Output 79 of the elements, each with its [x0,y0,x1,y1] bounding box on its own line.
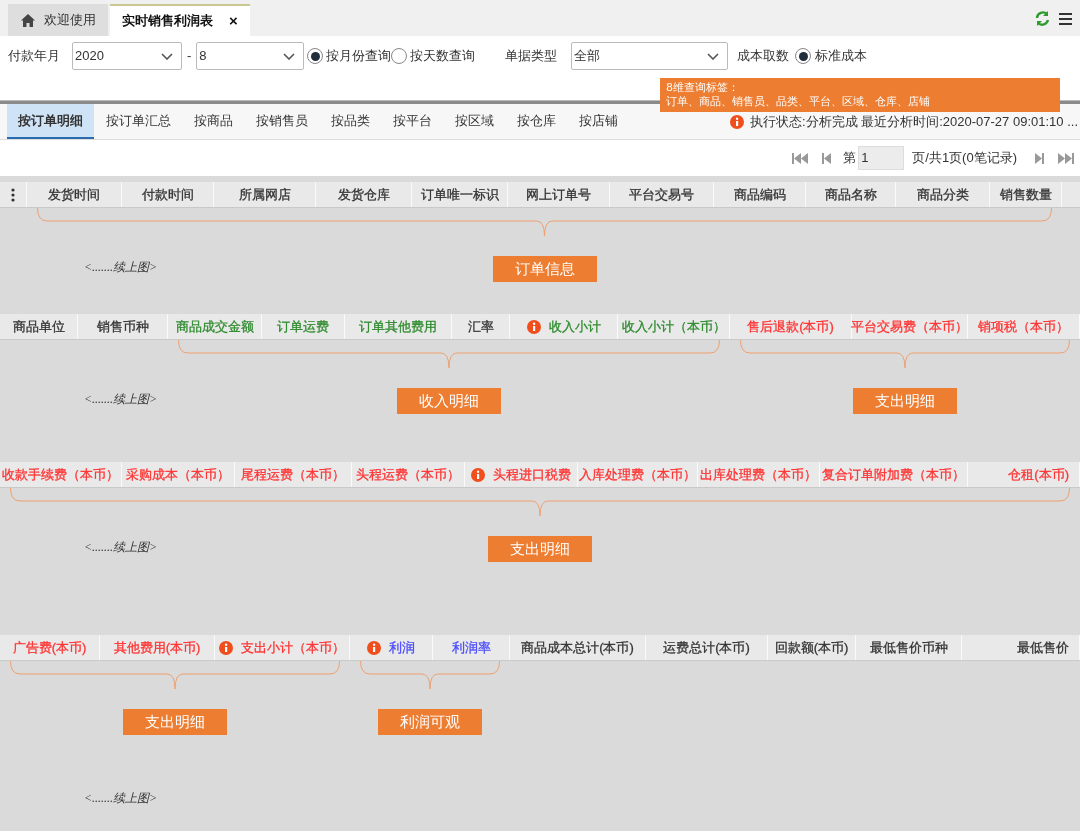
refresh-icon[interactable] [1034,10,1051,27]
pager-label: 第 [843,149,857,168]
dropdown[interactable]: 8 [196,42,305,70]
pager-label: 页/共1页(0笔记录) [912,149,1017,168]
radio-label[interactable]: 按天数查询 [410,46,476,66]
column-header[interactable]: 运费总计(本币) [663,637,750,658]
close-icon[interactable]: × [229,9,238,33]
callout-label: 利润可观 [378,709,482,735]
column-header[interactable]: 回款额(本币) [774,637,849,658]
radio-button[interactable] [795,48,812,64]
column-header[interactable]: 订单运费 [277,316,329,337]
column-header[interactable]: 付款时间 [141,184,194,205]
first-page-icon[interactable] [792,151,809,165]
field-label: 单据类型 [505,47,558,66]
separator-text: - [187,47,192,66]
column-header[interactable]: 商品编码 [733,184,786,205]
column-header[interactable]: 收入小计（本币） [621,316,726,337]
page-input[interactable]: 1 [858,146,905,170]
view-tab[interactable]: 按区域 [444,104,505,139]
continuation-note: <.......续上图> [84,790,158,807]
chevron-down-icon [707,52,720,60]
column-header[interactable]: 发货时间 [48,184,100,205]
column-header[interactable]: 汇率 [467,316,494,337]
home-icon [20,12,36,28]
window-tab[interactable]: 欢迎使用 [8,4,108,36]
view-tab[interactable]: 按订单汇总 [95,104,182,139]
info-icon [730,114,744,129]
column-header[interactable]: 商品成交金额 [175,316,254,337]
continuation-note: <.......续上图> [84,539,158,556]
field-label: 付款年月 [8,47,60,66]
column-header[interactable]: 所属网店 [238,184,291,205]
view-tab[interactable]: 按商品 [183,104,244,139]
field-label: 成本取数 [737,47,790,66]
previous-page-icon[interactable] [822,151,832,165]
column-header[interactable]: 商品单位 [12,316,65,337]
view-tab[interactable]: 按店铺 [568,104,629,139]
dropdown[interactable]: 全部 [571,42,729,70]
view-tab[interactable]: 按平台 [382,104,443,139]
view-tab[interactable]: 按订单明细 [7,104,94,139]
radio-label[interactable]: 按月份查询 [326,46,392,66]
callout-label: 支出明细 [488,536,592,562]
column-header[interactable]: 收入小计 [548,316,601,337]
tooltip-title: 8维查询标签： [666,81,740,95]
radio-label[interactable]: 标准成本 [815,46,868,66]
view-tab[interactable]: 按仓库 [506,104,567,139]
callout-label: 订单信息 [492,256,597,282]
radio-button[interactable] [307,48,324,64]
chevron-down-icon [283,52,296,60]
menu-icon[interactable] [1059,11,1072,26]
last-page-icon[interactable] [1058,151,1074,165]
view-tab[interactable]: 按品类 [320,104,381,139]
status-text: 执行状态:分析完成 最近分析时间:2020-07-27 09:01:10 ... [750,112,1078,131]
column-header[interactable]: 最低售价 [1017,637,1069,658]
window-tab[interactable]: 实时销售利润表 × [110,4,250,36]
callout-label: 收入明细 [397,388,501,414]
column-header[interactable]: 商品名称 [824,184,877,205]
column-header[interactable]: 发货仓库 [337,184,390,205]
column-header[interactable]: 最低售价币种 [869,637,948,658]
column-header[interactable]: 订单唯一标识 [420,184,499,205]
callout-label: 支出明细 [853,388,957,414]
column-header[interactable]: 销售币种 [96,316,149,337]
dropdown[interactable]: 2020 [72,42,182,70]
column-header[interactable]: 网上订单号 [526,184,591,205]
callout-label: 支出明细 [123,709,227,735]
continuation-note: <.......续上图> [84,391,158,408]
column-header[interactable]: 商品分类 [916,184,969,205]
column-menu-icon[interactable] [11,187,15,202]
next-page-icon[interactable] [1035,151,1044,165]
column-header[interactable]: 利润 [389,637,415,658]
view-tab[interactable]: 按销售员 [245,104,319,139]
tooltip-text: 订单、商品、销售员、品类、平台、区域、仓库、店铺 [666,95,931,109]
chevron-down-icon [161,52,173,60]
column-header[interactable]: 销售数量 [999,184,1052,205]
column-header[interactable]: 平台交易号 [629,184,694,205]
continuation-note: <.......续上图> [84,259,158,276]
column-header[interactable]: 商品成本总计(本币) [521,637,634,658]
column-header[interactable]: 利润率 [451,637,491,658]
column-header[interactable]: 订单其他费用 [359,316,437,337]
radio-button[interactable] [391,48,408,64]
